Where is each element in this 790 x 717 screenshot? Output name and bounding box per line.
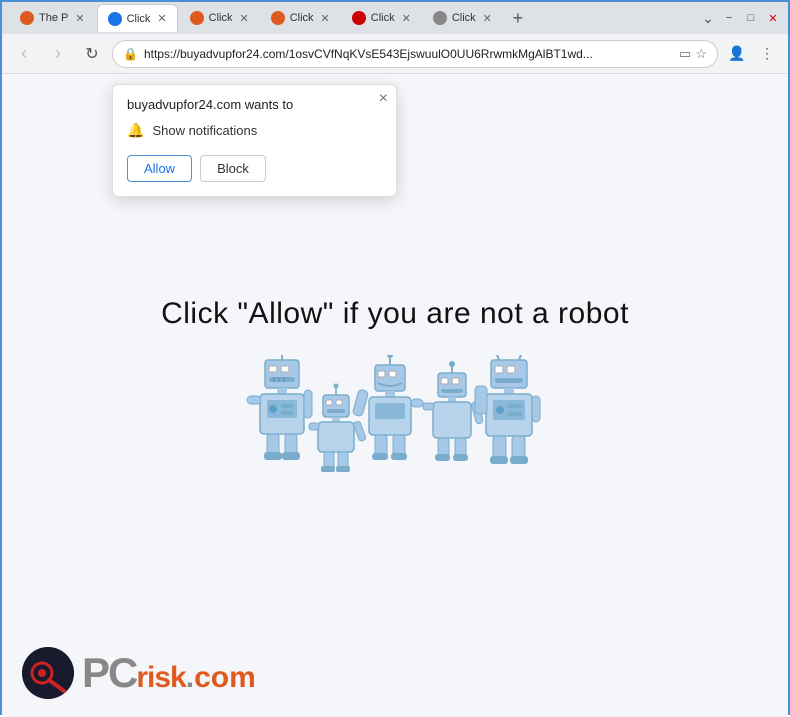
forward-icon (55, 43, 61, 64)
bookmark-icon[interactable]: ☆ (695, 46, 707, 62)
back-button[interactable] (10, 40, 38, 68)
profile-icon: 👤 (728, 45, 745, 62)
popup-title: buyadvupfor24.com wants to (127, 97, 382, 112)
tab-5[interactable]: Click ✕ (342, 4, 421, 32)
new-tab-button[interactable]: + (504, 4, 532, 32)
permission-text: Show notifications (152, 123, 257, 138)
risk-text: risk (136, 661, 185, 695)
url-text: https://buyadvupfor24.com/1osvCVfNqKVsE5… (144, 47, 673, 61)
forward-button[interactable] (44, 40, 72, 68)
address-bar[interactable]: 🔒 https://buyadvupfor24.com/1osvCVfNqKVs… (112, 40, 718, 68)
tab-1-label: The P (39, 12, 68, 24)
pcrisk-text-container: PC risk . com (82, 649, 256, 697)
pcrisk-logo-icon (22, 647, 74, 699)
robots-svg (245, 355, 545, 485)
close-button[interactable]: ✕ (766, 11, 780, 25)
tab-4-icon (271, 11, 285, 25)
tab-2-close[interactable]: ✕ (157, 12, 166, 25)
robots-illustration (245, 355, 545, 485)
notification-popup: × buyadvupfor24.com wants to 🔔 Show noti… (112, 84, 397, 197)
content-area: × buyadvupfor24.com wants to 🔔 Show noti… (2, 74, 788, 717)
cast-icon[interactable]: ▭ (679, 46, 691, 62)
allow-button[interactable]: Allow (127, 155, 192, 182)
navigation-bar: 🔒 https://buyadvupfor24.com/1osvCVfNqKVs… (2, 34, 788, 74)
tab-3[interactable]: Click ✕ (180, 4, 259, 32)
tab-2-icon (108, 12, 122, 26)
bell-icon: 🔔 (127, 122, 144, 139)
lock-icon: 🔒 (123, 47, 138, 61)
block-button[interactable]: Block (200, 155, 266, 182)
menu-icon: ⋮ (760, 45, 774, 62)
tab-6-label: Click (452, 12, 476, 24)
profile-button[interactable]: 👤 (724, 41, 750, 67)
title-bar: The P ✕ Click ✕ Click ✕ Click ✕ Click ✕ (2, 2, 788, 34)
main-heading: Click "Allow" if you are not a robot (161, 297, 629, 331)
tab-3-icon (190, 11, 204, 25)
reload-icon (85, 44, 98, 64)
back-icon (21, 43, 27, 64)
menu-button[interactable]: ⋮ (754, 41, 780, 67)
tab-3-label: Click (209, 12, 233, 24)
maximize-button[interactable]: □ (744, 11, 758, 25)
tab-2-label: Click (127, 13, 151, 25)
nav-right-icons: 👤 ⋮ (724, 41, 780, 67)
minimize-button[interactable]: − (722, 11, 736, 25)
pcrisk-logo: PC risk . com (22, 647, 256, 699)
tab-strip: The P ✕ Click ✕ Click ✕ Click ✕ Click ✕ (10, 4, 698, 32)
tab-2[interactable]: Click ✕ (97, 4, 178, 32)
tab-1-close[interactable]: ✕ (75, 12, 84, 25)
tab-4-label: Click (290, 12, 314, 24)
popup-buttons: Allow Block (127, 155, 382, 182)
tab-5-icon (352, 11, 366, 25)
window-controls: ⌄ − □ ✕ (702, 10, 780, 27)
chevron-down-icon: ⌄ (702, 10, 714, 27)
address-bar-icons: ▭ ☆ (679, 46, 707, 62)
tab-5-label: Click (371, 12, 395, 24)
tab-6[interactable]: Click ✕ (423, 4, 502, 32)
popup-permission-row: 🔔 Show notifications (127, 122, 382, 139)
tab-4[interactable]: Click ✕ (261, 4, 340, 32)
tab-6-close[interactable]: ✕ (483, 12, 492, 25)
tab-4-close[interactable]: ✕ (321, 12, 330, 25)
popup-close-button[interactable]: × (379, 91, 388, 107)
tab-5-close[interactable]: ✕ (402, 12, 411, 25)
pc-text: PC (82, 649, 136, 697)
tab-1-icon (20, 11, 34, 25)
com-text: com (194, 661, 256, 695)
dot-text: . (186, 661, 194, 695)
tab-1[interactable]: The P ✕ (10, 4, 95, 32)
tab-6-icon (433, 11, 447, 25)
tab-3-close[interactable]: ✕ (239, 12, 248, 25)
reload-button[interactable] (78, 40, 106, 68)
